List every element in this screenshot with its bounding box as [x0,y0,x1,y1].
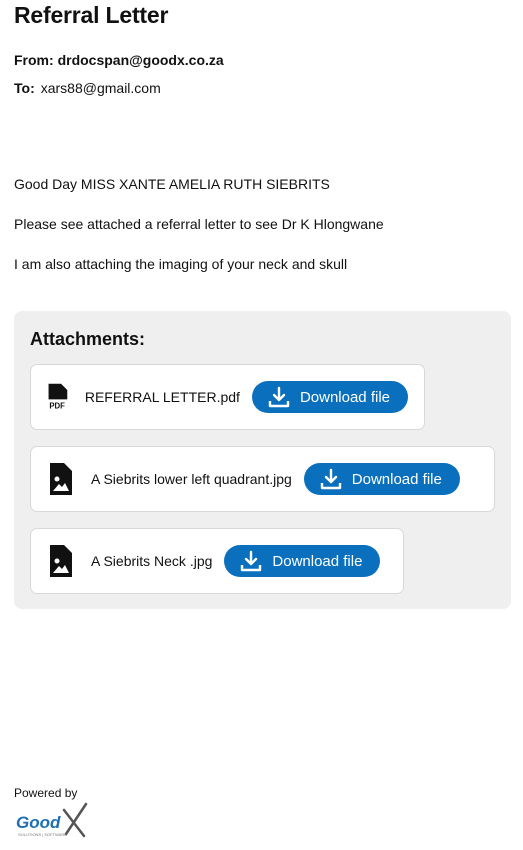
download-file-button[interactable]: Download file [303,463,460,495]
attachment-card: A Siebrits lower left quadrant.jpg Downl… [30,446,495,512]
goodx-logo: Good SOLUTIONS | SOFTWARE [16,802,88,838]
powered-by-text: Powered by [14,786,78,800]
image-file-icon [50,463,72,495]
attachment-card: PDF REFERRAL LETTER.pdf Download file [30,364,425,430]
from-label: From: [14,52,54,68]
image-file-icon [50,545,72,577]
download-file-button[interactable]: Download file [224,545,381,577]
to-address: xars88@gmail.com [40,80,161,96]
message-line-1: Please see attached a referral letter to… [14,216,384,232]
attachment-name: A Siebrits lower left quadrant.jpg [91,471,292,487]
download-icon [241,550,262,572]
attachment-card: A Siebrits Neck .jpg Download file [30,528,404,594]
from-address: drdocspan@goodx.co.za [57,52,224,68]
download-icon [320,468,341,490]
download-label: Download file [299,388,390,406]
attachments-title: Attachments: [30,329,146,349]
download-file-button[interactable]: Download file [251,381,408,413]
to-label: To: [14,80,35,96]
from-line: From: drdocspan@goodx.co.za [14,52,224,68]
to-line: To: xars88@gmail.com [14,80,161,96]
attachment-name: A Siebrits Neck .jpg [91,553,213,569]
pdf-file-icon: PDF [48,383,68,411]
greeting-text: Good Day MISS XANTE AMELIA RUTH SIEBRITS [14,176,330,192]
download-label: Download file [272,552,363,570]
page-title: Referral Letter [14,2,169,28]
attachment-name: REFERRAL LETTER.pdf [84,389,240,405]
message-line-2: I am also attaching the imaging of your … [14,256,348,272]
svg-text:SOLUTIONS | SOFTWARE: SOLUTIONS | SOFTWARE [18,832,67,837]
svg-text:Good: Good [16,813,61,832]
download-label: Download file [351,470,442,488]
attachments-panel: Attachments: PDF REFERRAL LETTER.pdf Dow… [14,311,511,609]
svg-text:PDF: PDF [49,402,65,411]
download-icon [268,386,290,408]
